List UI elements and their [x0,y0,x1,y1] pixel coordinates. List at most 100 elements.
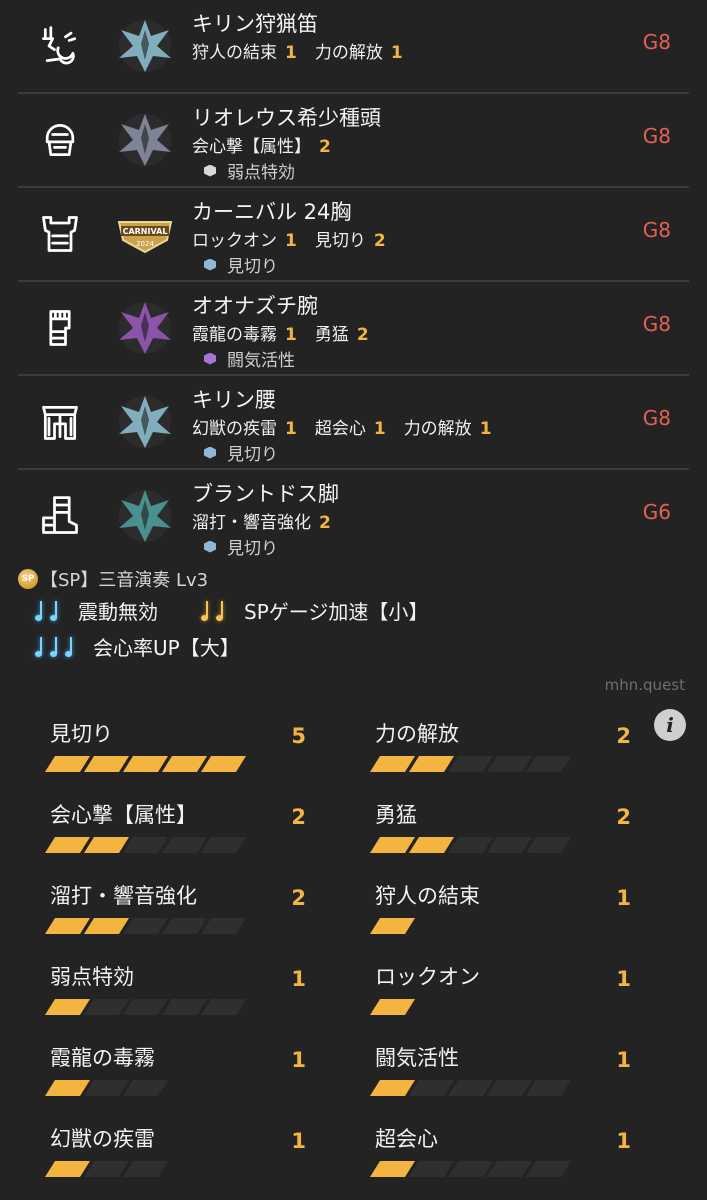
skill-name: 力の解放 [314,43,383,63]
skill-name: 超会心 [314,419,366,439]
skill-level: 1 [373,419,386,439]
skill-entry: 幻獣の疾雷 1 [192,419,297,439]
sp-effect-2: SPゲージ加速【小】 [200,596,428,625]
skill-level-bar [45,999,246,1015]
note-icon [34,600,64,622]
skill-level: 1 [616,1129,631,1153]
carnival-icon: CARNIVAL 2024 [113,202,177,266]
weapon-horn-icon [38,22,82,70]
level-segment [448,756,493,772]
decoration-name: 見切り [227,445,278,465]
skill-entry: 力の解放 1 [404,419,492,439]
skill-name: ロックオン [375,965,480,989]
skill-level: 1 [285,43,297,63]
chest-armor-icon [38,210,82,258]
decoration: 闘気活性 [204,346,295,371]
skill-name: 霞龍の毒霧 [192,325,277,345]
skill-level-bar [370,999,415,1015]
level-segment [45,1080,90,1096]
level-segment [123,918,168,934]
level-segment [162,999,207,1015]
skill-name: 超会心 [375,1127,438,1151]
equipment-skills: 会心撃【属性】 2 [192,132,349,157]
skill-summary-item: 会心撃【属性】 2 [45,799,310,869]
skill-level: 1 [390,43,403,63]
kirin-icon [113,390,177,454]
skill-level-bar [45,1161,168,1177]
sp-effect-1: 震動無効 [34,596,158,625]
level-segment [526,756,571,772]
music-note-icon [200,600,214,622]
level-segment [370,1080,415,1096]
equipment-row[interactable]: オオナズチ腕 霞龍の毒霧 1 勇猛 2 闘気活性 G8 [18,282,689,376]
skill-name: 見切り [50,722,113,746]
brachydios-icon [113,484,177,548]
level-segment [162,918,207,934]
equipment-name: カーニバル 24胸 [192,200,352,224]
music-note-icon [34,600,48,622]
note-icon [200,600,230,622]
skill-summary-item: ロックオン 1 [370,961,635,1031]
level-segment [487,1161,532,1177]
grade-label: G8 [642,30,671,54]
skill-name: 溜打・響音強化 [50,884,197,908]
skill-level: 2 [373,231,386,251]
level-segment [84,918,129,934]
skill-level: 1 [479,419,492,439]
level-segment [123,1161,168,1177]
skill-name: 闘気活性 [375,1046,459,1070]
skill-level-bar [45,756,246,772]
level-segment [409,1161,454,1177]
chameleos-icon [113,296,177,360]
skill-name: 溜打・響音強化 [192,513,311,533]
skill-level-bar [370,756,571,772]
skill-level: 2 [291,805,306,829]
music-note-icon [215,600,229,622]
skill-name: 霞龍の毒霧 [50,1046,155,1070]
level-segment [45,999,90,1015]
skill-entry: ロックオン 1 [192,231,297,251]
level-segment [84,1161,129,1177]
decoration-name: 見切り [227,539,278,559]
equipment-skills: ロックオン 1 見切り 2 [192,226,404,251]
info-icon[interactable]: i [654,709,686,741]
equipment-row[interactable]: キリン狩猟笛狩人の結束 1 力の解放 1 G8 [18,0,689,94]
decoration-name: 闘気活性 [227,351,295,371]
grade-label: G8 [642,218,671,242]
skill-entry: 霞龍の毒霧 1 [192,325,297,345]
decoration-name: 弱点特効 [227,163,295,183]
skill-level-bar [370,837,571,853]
skill-level: 2 [616,805,631,829]
skill-level-bar [370,918,415,934]
skill-name: 見切り [314,231,366,251]
level-segment [448,1080,493,1096]
level-segment [45,918,90,934]
skill-level: 1 [291,967,306,991]
equipment-row[interactable]: ブラントドス脚 溜打・響音強化 2 見切り G6 [18,470,689,564]
equipment-row[interactable]: キリン腰 幻獣の疾雷 1 超会心 1 力の解放 1 見切り G8 [18,376,689,470]
skill-summary-item: 見切り 5 [45,718,310,788]
level-segment [123,837,168,853]
skill-level: 1 [616,1048,631,1072]
skill-summary-item: 力の解放 2 [370,718,635,788]
skill-summary-item: 闘気活性 1 [370,1042,635,1112]
level-segment [487,837,532,853]
skill-summary-item: 狩人の結束 1 [370,880,635,950]
decoration-name: 見切り [227,257,278,277]
equipment-name: キリン狩猟笛 [192,12,318,36]
grade-label: G8 [642,312,671,336]
skill-entry: 狩人の結束 1 [192,43,297,63]
arm-armor-icon [38,304,82,352]
equipment-row[interactable]: CARNIVAL 2024 カーニバル 24胸ロックオン 1 見切り 2 見切り G8 [18,188,689,282]
skill-entry: 超会心 1 [315,419,386,439]
decoration-gem-icon [204,446,216,459]
music-note-icon [49,636,63,658]
level-segment [123,1080,168,1096]
skill-summary-item: 超会心 1 [370,1123,635,1193]
skill-name: 弱点特効 [50,965,134,989]
level-segment [84,837,129,853]
equipment-row[interactable]: リオレウス希少種頭 会心撃【属性】 2 弱点特効 G8 [18,94,689,188]
rathalos-icon [113,108,177,172]
level-segment [45,756,90,772]
leg-armor-icon [38,492,82,540]
